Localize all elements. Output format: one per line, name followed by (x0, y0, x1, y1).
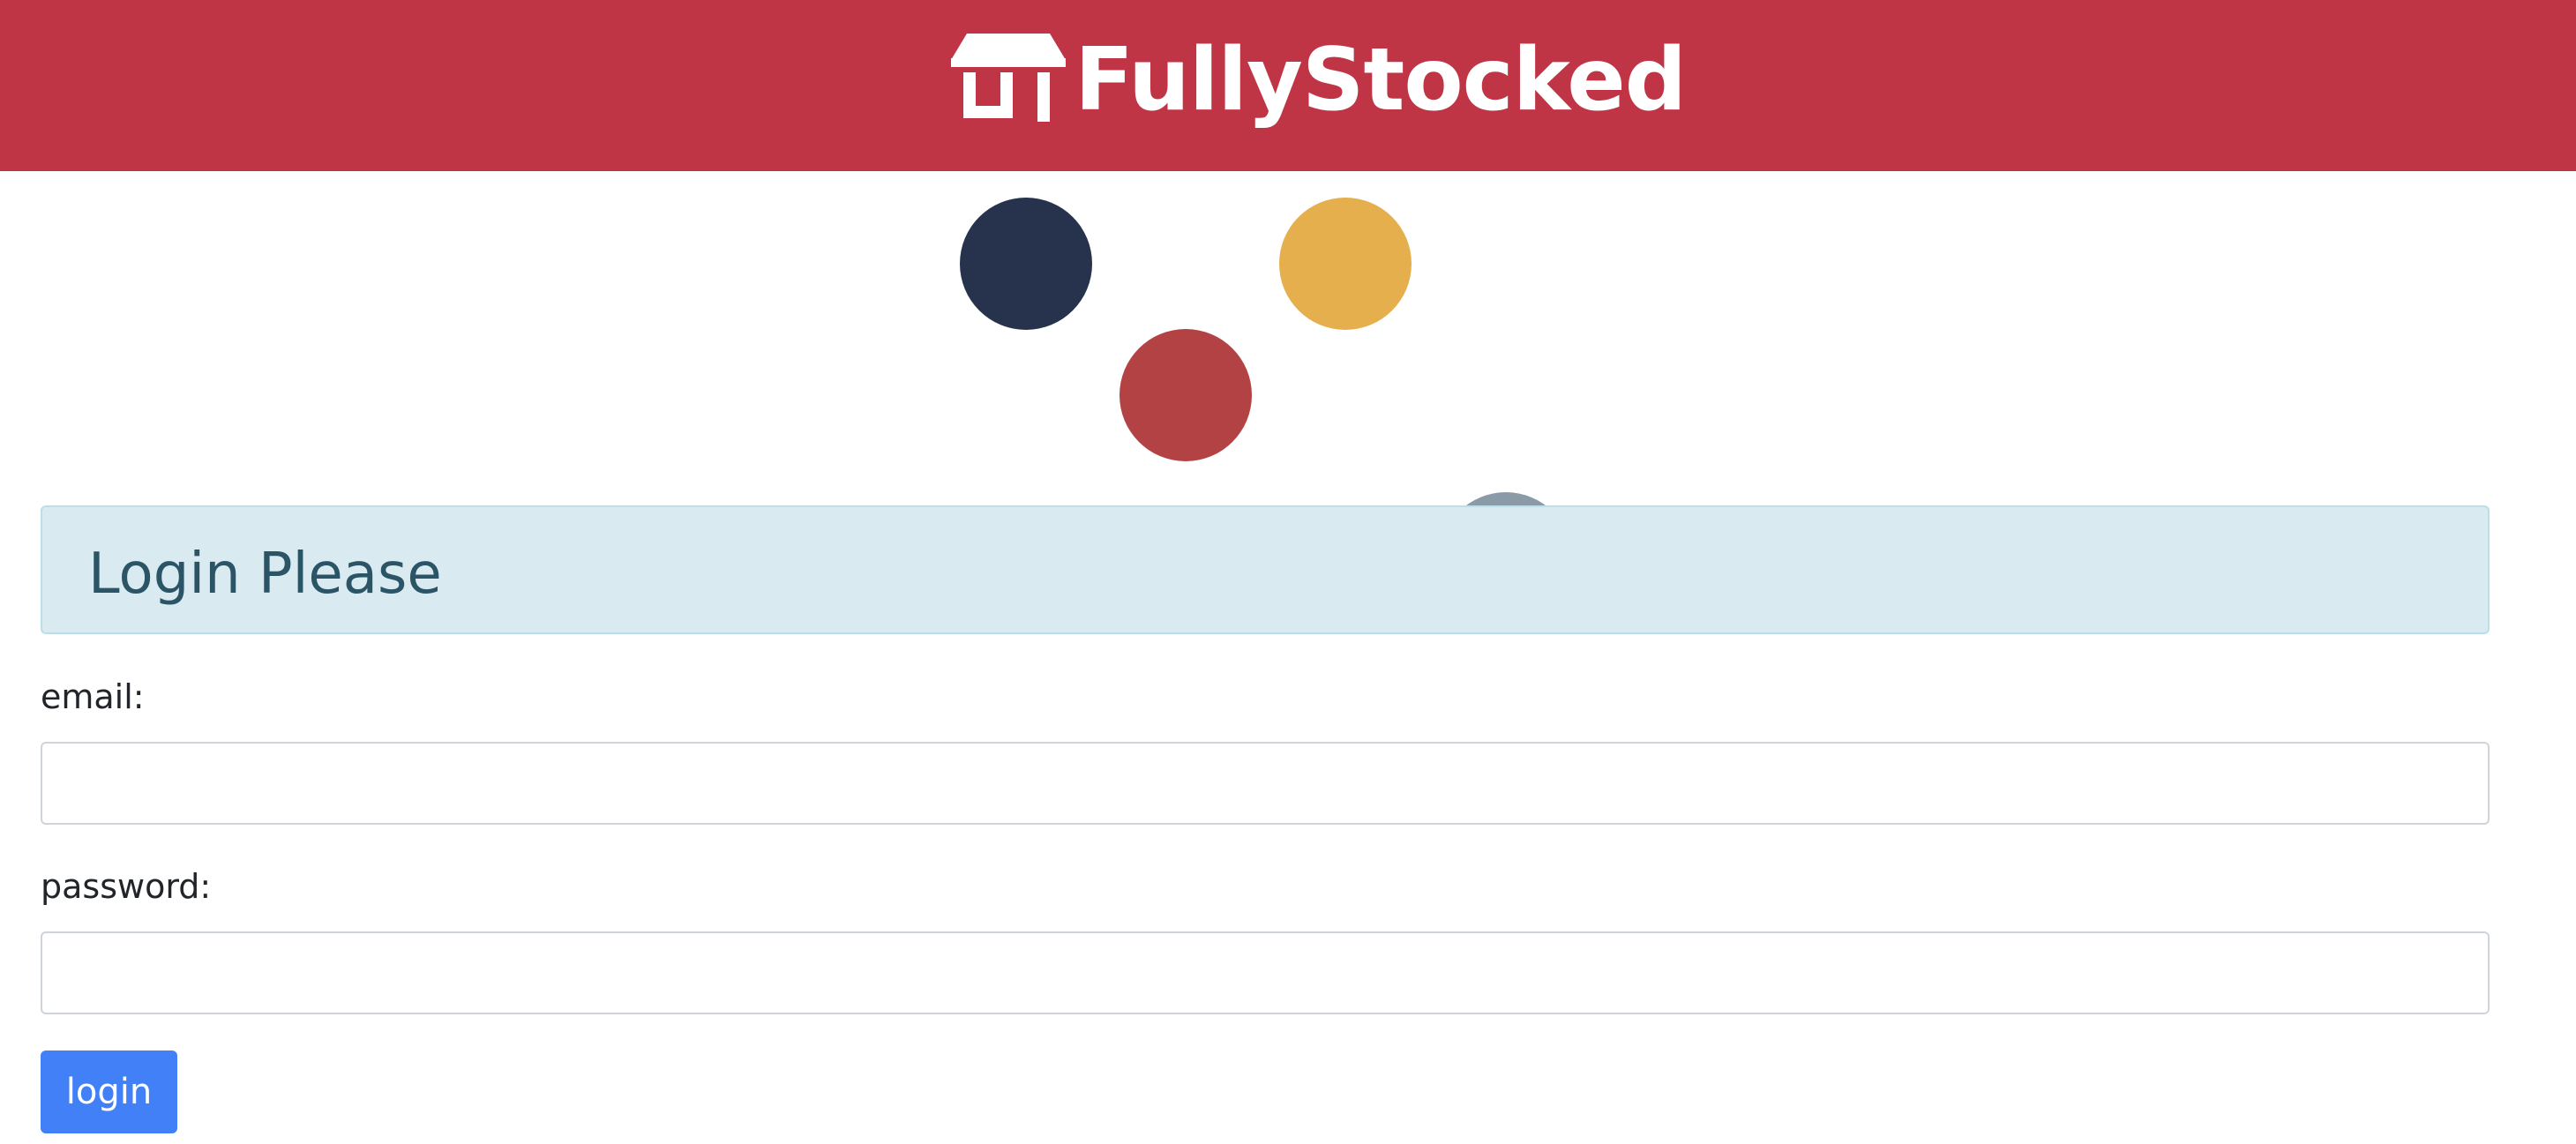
login-title-panel: Login Please (41, 505, 2490, 634)
password-label: password: (41, 867, 212, 906)
top-header-bar: FullyStocked (0, 0, 2576, 171)
brand-logo[interactable]: FullyStocked (951, 26, 1687, 134)
email-label: email: (41, 677, 145, 716)
decorative-dot-gold (1279, 198, 1412, 330)
brand-name: FullyStocked (1075, 30, 1687, 131)
decorative-dot-navy (960, 198, 1092, 330)
storefront-icon (951, 34, 1066, 122)
login-button[interactable]: login (41, 1051, 177, 1133)
login-title: Login Please (88, 542, 442, 607)
decorative-dot-red (1120, 329, 1252, 461)
login-form: Login Please email: password: login (41, 505, 2490, 1133)
password-input[interactable] (41, 931, 2490, 1014)
email-input[interactable] (41, 742, 2490, 825)
